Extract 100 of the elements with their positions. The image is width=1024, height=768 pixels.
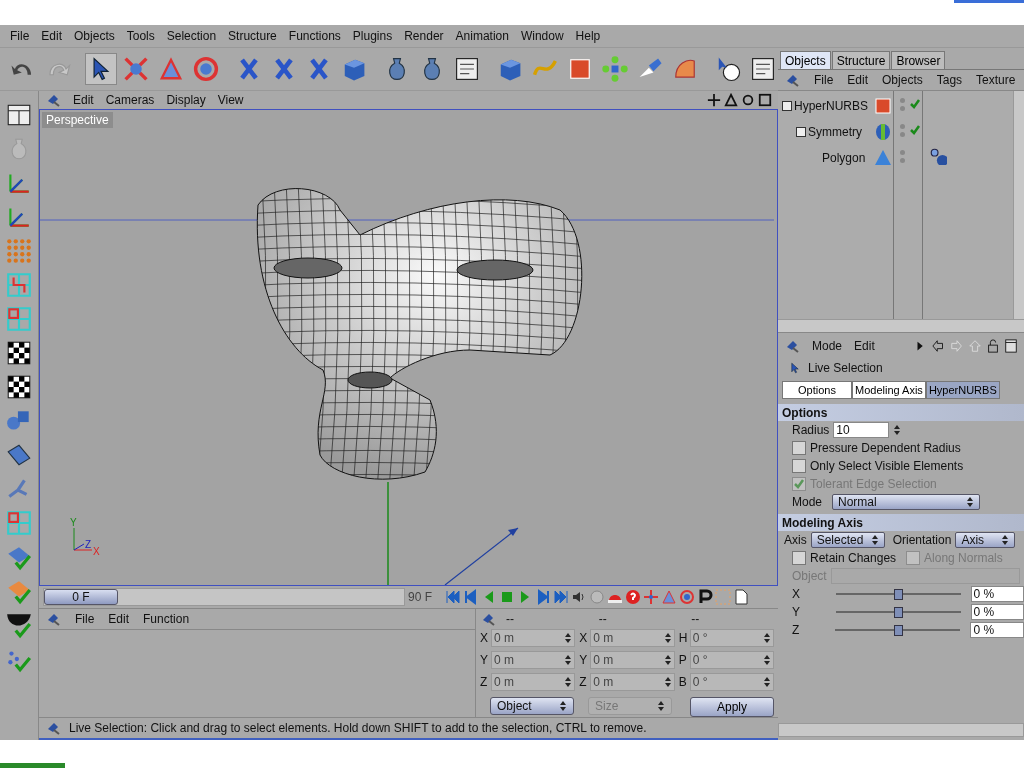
tab[interactable]: Objects [780, 51, 831, 69]
apply-button[interactable]: Apply [690, 696, 774, 717]
scrollbar[interactable] [1013, 91, 1024, 319]
menu-item[interactable]: Cameras [105, 92, 155, 107]
menu-item[interactable]: Mode [812, 339, 843, 353]
collapse-toggle[interactable] [782, 101, 792, 111]
spinner-icon[interactable] [663, 653, 672, 666]
spinner-icon[interactable] [893, 424, 902, 436]
checkbox[interactable] [792, 441, 806, 455]
back-icon[interactable] [932, 339, 946, 353]
menu-item[interactable]: Edit [108, 611, 130, 626]
radius-field[interactable]: 10 [833, 422, 890, 438]
menu-item[interactable]: Selection [160, 29, 223, 43]
tab[interactable]: Modeling Axis [852, 381, 926, 399]
scrollbar[interactable] [778, 723, 1024, 737]
menu-item[interactable]: View [217, 92, 244, 107]
mode-dropdown[interactable]: Normal [832, 494, 981, 510]
slider-value[interactable]: 0 % [970, 604, 1024, 620]
dropdown-arrow-icon[interactable] [870, 534, 879, 546]
menu-item[interactable]: Edit [35, 29, 69, 43]
coordinate-field[interactable]: 0 ° [689, 672, 774, 691]
slider-value[interactable]: 0 % [970, 622, 1024, 638]
tab[interactable]: Structure [831, 51, 891, 69]
menu-item[interactable]: Function [143, 611, 190, 626]
dropdown[interactable]: Axis [955, 532, 1016, 548]
texture-axis-icon[interactable] [5, 373, 33, 401]
enabled-check-icon[interactable] [909, 98, 921, 110]
spinner-icon[interactable] [564, 675, 573, 688]
position-icon[interactable] [643, 588, 659, 605]
timeline-slider[interactable]: 0 F [43, 587, 405, 606]
spinner-icon[interactable] [663, 675, 672, 688]
menu-item[interactable]: Edit [847, 73, 869, 87]
timeline-thumb[interactable]: 0 F [44, 588, 118, 605]
move-view-icon[interactable] [707, 92, 721, 107]
array-icon[interactable] [600, 54, 630, 84]
pointer-icon[interactable] [788, 361, 802, 375]
coordinate-field[interactable]: 0 m [491, 672, 576, 691]
tab[interactable]: HyperNURBS [925, 381, 1000, 399]
spinner-icon[interactable] [763, 675, 771, 688]
menu-item[interactable]: Texture [976, 73, 1016, 87]
menu-item[interactable]: File [75, 611, 95, 626]
texture-icon[interactable] [5, 339, 33, 367]
menu-item[interactable]: Plugins [346, 29, 399, 43]
tree-item[interactable]: Symmetry [808, 125, 871, 139]
slider-thumb[interactable] [894, 588, 904, 600]
3d-viewport[interactable]: Perspective Y Z X [39, 108, 778, 586]
spinner-icon[interactable] [564, 653, 573, 666]
scale-key-icon[interactable] [661, 588, 677, 605]
slider-thumb[interactable] [893, 624, 903, 636]
slider-value[interactable]: 0 % [970, 586, 1024, 602]
dropdown-arrow-icon[interactable] [1001, 534, 1010, 546]
coordinate-field[interactable]: 0 m [590, 650, 675, 669]
lock-icon[interactable] [986, 339, 1000, 353]
scrollbar[interactable] [778, 319, 1024, 333]
rotate-icon[interactable] [191, 54, 221, 84]
page-icon[interactable] [733, 588, 749, 605]
spinner-icon[interactable] [763, 631, 771, 644]
spinner-icon[interactable] [763, 653, 771, 666]
menu-item[interactable]: File [814, 73, 834, 87]
coordinate-field[interactable]: 0 m [590, 628, 675, 647]
symmetry-object-icon[interactable] [873, 122, 893, 142]
enabled-check-icon[interactable] [909, 124, 921, 136]
new-window-icon[interactable] [1004, 339, 1018, 353]
spinner-icon[interactable] [663, 631, 672, 644]
coordinate-field[interactable]: 0 ° [689, 628, 774, 647]
maximize-view-icon[interactable] [758, 92, 772, 107]
menu-item[interactable]: File [4, 29, 36, 43]
dropdown-arrow-icon[interactable] [559, 699, 567, 712]
coordinate-field[interactable]: 0 m [590, 672, 675, 691]
checkbox[interactable] [792, 551, 806, 565]
menu-item[interactable]: Functions [282, 29, 347, 43]
tree-item[interactable]: HyperNURBS [794, 99, 871, 113]
go-to-end-icon[interactable] [553, 588, 569, 605]
rotate-view-icon[interactable] [741, 92, 755, 107]
menu-item[interactable]: Render [398, 29, 450, 43]
collapse-toggle[interactable] [796, 127, 806, 137]
menu-item[interactable]: Display [166, 92, 206, 107]
coordinate-field[interactable]: 0 ° [689, 650, 774, 669]
coordinate-field[interactable]: 0 m [491, 628, 576, 647]
menu-item[interactable]: Edit [73, 92, 94, 107]
selection-icon[interactable] [5, 509, 33, 537]
tab[interactable]: Browser [891, 51, 946, 69]
zoom-view-icon[interactable] [724, 92, 738, 107]
polygons-icon[interactable] [5, 305, 33, 333]
checkbox[interactable] [792, 459, 806, 473]
menu-item[interactable]: Tags [936, 73, 963, 87]
parameter-icon[interactable] [697, 588, 713, 605]
dropdown[interactable]: Selected [810, 532, 885, 548]
polygon-object-icon[interactable] [873, 148, 893, 168]
question-icon[interactable] [625, 588, 641, 605]
menu-item[interactable]: Tools [120, 29, 161, 43]
tree-item[interactable]: Polygon [822, 151, 871, 165]
dropdown[interactable]: Object [490, 696, 574, 715]
menu-item[interactable]: Objects [882, 73, 923, 87]
go-to-start-icon[interactable] [445, 588, 461, 605]
menu-item[interactable]: Structure [222, 29, 283, 43]
menu-item[interactable]: Window [514, 29, 570, 43]
menu-item[interactable]: Edit [854, 339, 875, 353]
menu-item[interactable]: Animation [449, 29, 515, 43]
slider-thumb[interactable] [894, 606, 904, 618]
